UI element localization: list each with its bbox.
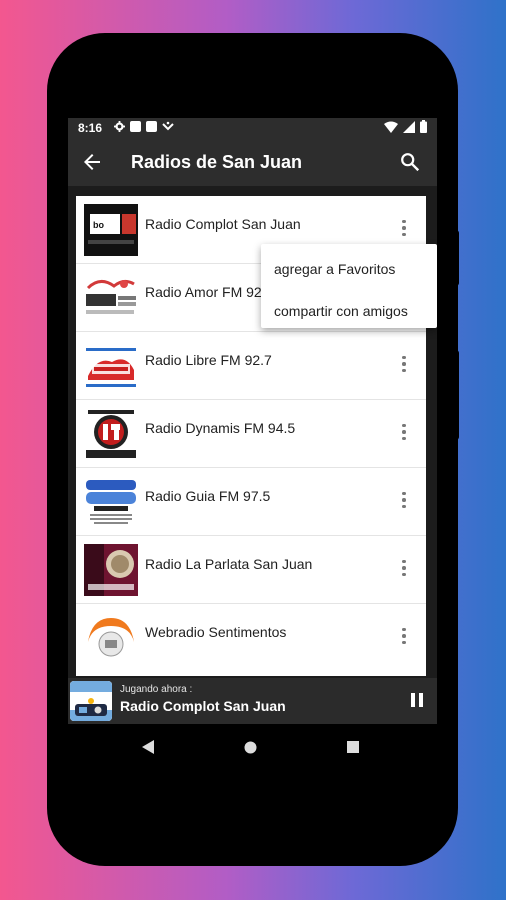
volume-button [453, 230, 459, 286]
station-row[interactable]: Webradio Sentimentos [76, 604, 426, 671]
pause-icon[interactable] [410, 692, 424, 708]
now-playing-bar[interactable]: Jugando ahora : Radio Complot San Juan [68, 678, 437, 724]
context-menu: agregar a Favoritos compartir con amigos [261, 244, 437, 328]
more-options-icon[interactable] [396, 488, 412, 512]
search-icon[interactable] [399, 151, 421, 173]
app-bar: Radios de San Juan [68, 138, 437, 186]
back-arrow-icon[interactable] [80, 150, 104, 174]
wifi-icon [384, 121, 398, 133]
station-name: Radio La Parlata San Juan [145, 556, 313, 572]
nav-recents-icon[interactable] [347, 741, 359, 753]
power-button [453, 350, 459, 440]
notification-icon [130, 121, 141, 132]
more-options-icon[interactable] [396, 420, 412, 444]
station-name: Radio Complot San Juan [145, 216, 301, 232]
notification-icon [146, 121, 157, 132]
network-icon [162, 121, 174, 131]
station-row[interactable]: Radio Libre FM 92.7 [76, 332, 426, 400]
station-logo [84, 340, 138, 392]
station-artwork [70, 681, 112, 721]
station-logo: bo [84, 204, 138, 256]
nav-home-icon[interactable] [244, 741, 257, 754]
page-title: Radios de San Juan [131, 152, 303, 172]
now-playing-label: Jugando ahora : [120, 684, 193, 695]
signal-icon [403, 120, 415, 133]
now-playing-title: Radio Complot San Juan [120, 698, 286, 714]
station-logo [84, 408, 138, 460]
station-logo [84, 544, 138, 596]
more-options-icon[interactable] [396, 556, 412, 580]
station-name: Radio Guia FM 97.5 [145, 488, 271, 504]
station-name: Radio Amor FM 92 [145, 284, 262, 300]
station-logo [84, 612, 138, 664]
screen: 8:16 Radios de San Juan bo Radio Complot… [68, 118, 437, 773]
station-row[interactable]: Radio Guia FM 97.5 [76, 468, 426, 536]
menu-item-add-favorite[interactable]: agregar a Favoritos [274, 261, 395, 277]
svg-text:bo: bo [93, 220, 104, 230]
settings-icon [114, 121, 125, 132]
battery-icon [420, 120, 427, 133]
station-row[interactable]: Radio Dynamis FM 94.5 [76, 400, 426, 468]
station-row[interactable]: Radio La Parlata San Juan [76, 536, 426, 604]
more-options-icon[interactable] [396, 624, 412, 648]
station-name: Webradio Sentimentos [145, 624, 287, 640]
status-time: 8:16 [78, 121, 103, 135]
menu-item-share[interactable]: compartir con amigos [274, 303, 408, 319]
status-bar: 8:16 [68, 118, 437, 138]
station-name: Radio Libre FM 92.7 [145, 352, 272, 368]
station-logo [84, 476, 138, 528]
more-options-icon[interactable] [396, 352, 412, 376]
station-name: Radio Dynamis FM 94.5 [145, 420, 296, 436]
system-nav-bar [68, 724, 437, 773]
more-options-icon[interactable] [396, 216, 412, 240]
station-logo [84, 272, 138, 324]
nav-back-icon[interactable] [142, 740, 154, 754]
